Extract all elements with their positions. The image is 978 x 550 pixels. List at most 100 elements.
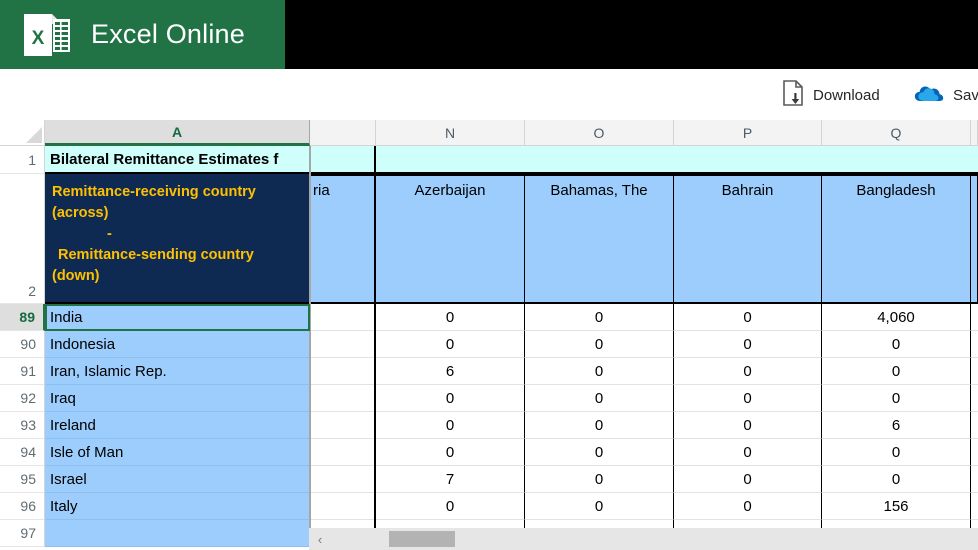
row-header-93[interactable]: 93: [0, 412, 45, 439]
cell-a1-text: Bilateral Remittance Estimates f: [50, 150, 279, 168]
row-header-90[interactable]: 90: [0, 331, 45, 358]
corner-header-line5: (down): [52, 268, 100, 285]
row-header-1[interactable]: 1: [0, 146, 45, 174]
cell-row96-col-r[interactable]: [971, 493, 978, 520]
cell-row95-col-austria[interactable]: [310, 466, 376, 493]
row-header-96[interactable]: 96: [0, 493, 45, 520]
column-header-n[interactable]: N: [376, 120, 525, 146]
cell-row92-col-o[interactable]: 0: [525, 385, 674, 412]
column-header-hidden[interactable]: [310, 120, 376, 146]
cell-country-header-bahrain[interactable]: Bahrain: [674, 174, 822, 304]
cell-row95-col-p[interactable]: 0: [674, 466, 822, 493]
save-button[interactable]: Save: [914, 78, 978, 112]
cell-row96-col-austria[interactable]: [310, 493, 376, 520]
cell-country-header-partial[interactable]: [971, 174, 978, 304]
cell-row95-col-o[interactable]: 0: [525, 466, 674, 493]
cell-a2-corner-header[interactable]: Remittance-receiving country (across) - …: [45, 174, 310, 304]
column-header-o[interactable]: O: [525, 120, 674, 146]
cell-row89-col-q[interactable]: 4,060: [822, 304, 971, 331]
command-bar: Download Save: [0, 69, 978, 120]
cell-row94-col-q[interactable]: 0: [822, 439, 971, 466]
cell-country-header-austria[interactable]: ria: [310, 174, 376, 304]
column-header-p[interactable]: P: [674, 120, 822, 146]
column-header-r[interactable]: [971, 120, 978, 146]
cell-row91-col-r[interactable]: [971, 358, 978, 385]
cell-row90-col-q[interactable]: 0: [822, 331, 971, 358]
cell-row90-col-austria[interactable]: [310, 331, 376, 358]
cell-row89-col-austria[interactable]: [310, 304, 376, 331]
cell-row94-col-austria[interactable]: [310, 439, 376, 466]
cell-row92-col-q[interactable]: 0: [822, 385, 971, 412]
country-header-bahamas-label: Bahamas, The: [550, 182, 648, 199]
cell-a94-country[interactable]: Isle of Man: [45, 439, 310, 466]
row-header-2[interactable]: 2: [0, 174, 45, 304]
column-header-q[interactable]: Q: [822, 120, 971, 146]
cell-a91-country[interactable]: Iran, Islamic Rep.: [45, 358, 310, 385]
cell-row94-col-r[interactable]: [971, 439, 978, 466]
spreadsheet-grid[interactable]: A N O P Q 1 Bilateral Remittance Estimat…: [0, 120, 978, 550]
cell-row96-col-o[interactable]: 0: [525, 493, 674, 520]
cell-country-header-azerbaijan[interactable]: Azerbaijan: [376, 174, 525, 304]
cell-row92-col-n[interactable]: 0: [376, 385, 525, 412]
cell-row93-col-q[interactable]: 6: [822, 412, 971, 439]
cell-a1-title[interactable]: Bilateral Remittance Estimates f: [45, 146, 310, 174]
cell-row96-col-n[interactable]: 0: [376, 493, 525, 520]
cell-country-header-bangladesh[interactable]: Bangladesh: [822, 174, 971, 304]
cell-country-header-bahamas[interactable]: Bahamas, The: [525, 174, 674, 304]
cell-a95-text: Israel: [50, 470, 87, 488]
cell-a97-country[interactable]: [45, 520, 310, 547]
document-download-icon: [782, 79, 804, 111]
cell-row94-col-p[interactable]: 0: [674, 439, 822, 466]
cell-row96-col-p[interactable]: 0: [674, 493, 822, 520]
horizontal-scrollbar[interactable]: ‹: [309, 528, 978, 550]
horizontal-scrollbar-thumb[interactable]: [389, 531, 455, 547]
cell-row89-col-o[interactable]: 0: [525, 304, 674, 331]
cell-row89-col-n[interactable]: 0: [376, 304, 525, 331]
row-header-97[interactable]: 97: [0, 520, 45, 547]
cell-row90-col-n[interactable]: 0: [376, 331, 525, 358]
corner-header-line4: Remittance-sending country: [58, 247, 254, 264]
cell-row94-col-n[interactable]: 0: [376, 439, 525, 466]
column-header-p-label: P: [742, 124, 753, 141]
cell-a96-country[interactable]: Italy: [45, 493, 310, 520]
cell-a92-country[interactable]: Iraq: [45, 385, 310, 412]
cell-a89-country[interactable]: India: [45, 304, 310, 331]
cell-a95-country[interactable]: Israel: [45, 466, 310, 493]
cell-row93-col-p[interactable]: 0: [674, 412, 822, 439]
row-header-92[interactable]: 92: [0, 385, 45, 412]
cell-row92-col-p[interactable]: 0: [674, 385, 822, 412]
select-all-corner-icon[interactable]: [0, 120, 45, 146]
cell-a93-country[interactable]: Ireland: [45, 412, 310, 439]
cell-row93-col-o[interactable]: 0: [525, 412, 674, 439]
cell-row92-col-austria[interactable]: [310, 385, 376, 412]
cell-row95-col-q[interactable]: 0: [822, 466, 971, 493]
cell-row91-col-p[interactable]: 0: [674, 358, 822, 385]
cell-row91-col-o[interactable]: 0: [525, 358, 674, 385]
cell-row95-col-r[interactable]: [971, 466, 978, 493]
scroll-left-arrow-icon[interactable]: ‹: [309, 528, 331, 550]
cell-row92-col-r[interactable]: [971, 385, 978, 412]
row-header-91[interactable]: 91: [0, 358, 45, 385]
cell-row89-col-p[interactable]: 0: [674, 304, 822, 331]
download-button[interactable]: Download: [782, 78, 880, 112]
row-header-94[interactable]: 94: [0, 439, 45, 466]
row-header-89[interactable]: 89: [0, 304, 45, 331]
cell-row91-col-austria[interactable]: [310, 358, 376, 385]
row-header-95[interactable]: 95: [0, 466, 45, 493]
cell-row90-col-r[interactable]: [971, 331, 978, 358]
cell-row91-col-q[interactable]: 0: [822, 358, 971, 385]
column-header-a[interactable]: A: [45, 120, 310, 146]
cell-row96-col-q[interactable]: 156: [822, 493, 971, 520]
cell-row93-col-austria[interactable]: [310, 412, 376, 439]
cell-row91-col-n[interactable]: 6: [376, 358, 525, 385]
cell-a94-text: Isle of Man: [50, 443, 124, 461]
cell-row94-col-o[interactable]: 0: [525, 439, 674, 466]
cell-title-overflow[interactable]: [310, 146, 978, 174]
cell-row90-col-o[interactable]: 0: [525, 331, 674, 358]
cell-row93-col-n[interactable]: 0: [376, 412, 525, 439]
cell-row89-col-r[interactable]: [971, 304, 978, 331]
cell-row95-col-n[interactable]: 7: [376, 466, 525, 493]
cell-row90-col-p[interactable]: 0: [674, 331, 822, 358]
cell-row93-col-r[interactable]: [971, 412, 978, 439]
cell-a90-country[interactable]: Indonesia: [45, 331, 310, 358]
